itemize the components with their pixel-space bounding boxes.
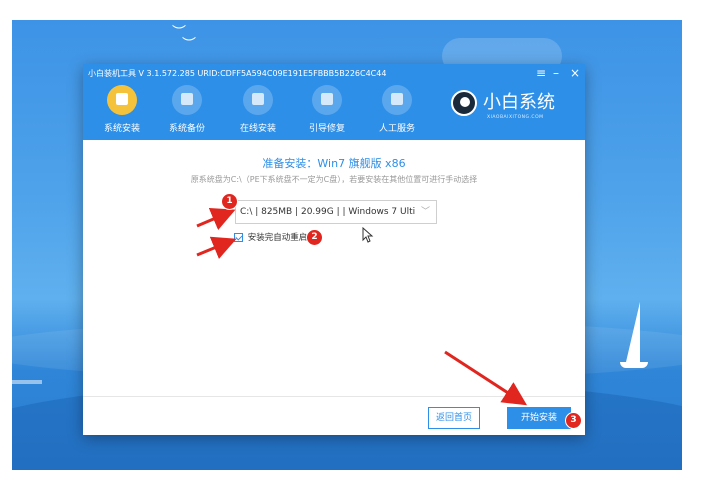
- step-marker-3: 3: [565, 412, 582, 429]
- annotation-arrows: [196, 207, 528, 406]
- step-marker-2: 2: [306, 229, 323, 246]
- mouse-cursor-icon: [362, 227, 374, 243]
- step-marker-1: 1: [221, 193, 238, 210]
- arrow-to-checkbox: [196, 236, 237, 259]
- arrow-to-start-button: [444, 350, 528, 406]
- arrow-to-disk-select: [196, 207, 236, 231]
